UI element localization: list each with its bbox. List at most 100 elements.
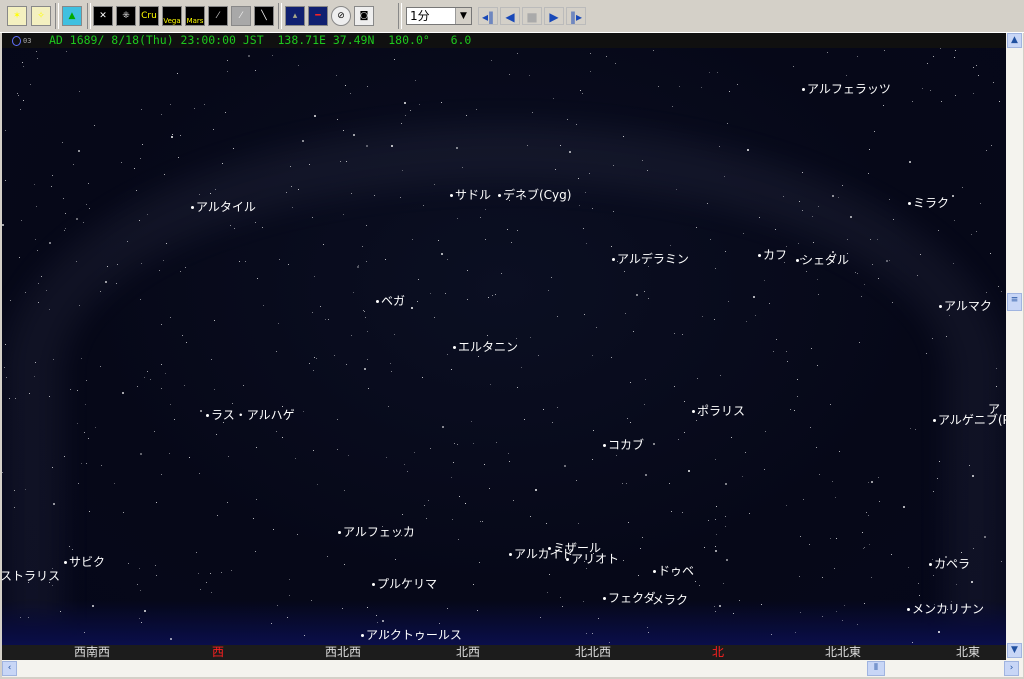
camera-icon[interactable]: ◙ <box>354 6 374 26</box>
background-star <box>645 473 648 476</box>
direction-label: 西北西 <box>324 645 362 659</box>
comet-button[interactable]: ⁄ <box>208 6 228 26</box>
star-label[interactable]: シェダル <box>796 253 849 267</box>
star-label[interactable]: ドゥベ <box>653 564 694 578</box>
scroll-down-button[interactable]: ▼ <box>1007 643 1022 658</box>
background-star <box>523 418 525 420</box>
background-star <box>647 298 649 300</box>
background-star <box>65 212 67 214</box>
meteor-button[interactable]: ⁄ <box>231 6 251 26</box>
background-star <box>770 633 772 635</box>
background-star <box>227 71 229 73</box>
sky-view[interactable]: アルフェラッツ アルタイル サドル デネブ(Cyg) ミラク アルデラミン カフ… <box>2 48 1006 645</box>
star-label[interactable]: コカブ <box>603 438 644 452</box>
horizontal-scrollbar[interactable]: ‹ ⦀ › <box>2 660 1023 677</box>
background-star <box>597 617 599 619</box>
equator-grid-button[interactable]: ━ <box>308 6 328 26</box>
constellation-lines-button[interactable]: ✕ <box>93 6 113 26</box>
background-star <box>343 129 345 131</box>
telescope-icon[interactable]: ⊘ <box>331 6 351 26</box>
planet-names-button[interactable]: Mars <box>185 6 205 26</box>
scroll-right-button[interactable]: › <box>1004 661 1019 676</box>
star-label[interactable]: ベガ <box>376 294 405 308</box>
horizontal-scroll-thumb[interactable]: ⦀ <box>867 661 885 676</box>
star-label[interactable]: アルマク <box>939 299 992 313</box>
star-label[interactable]: ア <box>988 402 1000 416</box>
star-label[interactable]: サドル <box>450 188 491 202</box>
vertical-scrollbar[interactable]: ▲ ≡ ▼ <box>1006 33 1023 660</box>
background-star <box>516 229 518 231</box>
star-label[interactable]: アルデラミン <box>612 252 689 266</box>
star-label[interactable]: エルタニン <box>453 340 518 354</box>
background-star <box>183 384 185 386</box>
star-label[interactable]: ストラリス <box>2 569 60 583</box>
background-star <box>77 149 80 152</box>
background-star <box>863 602 865 604</box>
scroll-left-button[interactable]: ‹ <box>2 661 17 676</box>
star-label[interactable]: ポラリス <box>692 404 745 418</box>
background-star <box>390 145 393 148</box>
vertical-scroll-thumb[interactable]: ≡ <box>1007 293 1022 311</box>
background-star <box>669 244 671 246</box>
background-star <box>166 242 168 244</box>
horizon-grid-button[interactable]: ▴ <box>285 6 305 26</box>
star-label[interactable]: プルケリマ <box>372 577 437 591</box>
reverse-button[interactable]: ◀ <box>500 7 520 25</box>
background-star <box>255 498 257 500</box>
star-label[interactable]: カフ <box>758 248 787 262</box>
star-label[interactable]: アルフェッカ <box>338 525 415 539</box>
star-label[interactable]: サビク <box>64 555 105 569</box>
background-star <box>582 92 583 94</box>
scroll-up-button[interactable]: ▲ <box>1007 33 1022 48</box>
background-star <box>48 241 51 244</box>
background-star <box>80 463 82 465</box>
background-star <box>891 301 893 303</box>
background-star <box>500 272 502 274</box>
background-star <box>229 224 231 226</box>
star-label[interactable]: メンカリナン <box>907 602 984 616</box>
background-star <box>854 272 856 274</box>
background-star <box>962 187 964 189</box>
star-fainter-button[interactable]: ✧ <box>31 6 51 26</box>
milky-way-button[interactable]: ╲ <box>254 6 274 26</box>
step-forward-button[interactable]: ‖▸ <box>566 7 586 25</box>
background-star <box>529 516 531 518</box>
background-star <box>312 370 314 372</box>
star-label[interactable]: ラス・アルハゲ <box>206 408 295 422</box>
background-star <box>414 451 416 453</box>
background-star <box>806 270 808 272</box>
star-label[interactable]: フェクダ <box>603 591 656 605</box>
stop-button[interactable]: ■ <box>522 7 542 25</box>
star-label[interactable]: デネブ(Cyg) <box>498 188 571 202</box>
star-names-button[interactable]: Vega <box>162 6 182 26</box>
background-star <box>508 460 510 462</box>
background-star <box>30 84 32 86</box>
star-label[interactable]: アルタイル <box>191 200 256 214</box>
background-star <box>16 92 18 94</box>
background-star <box>400 196 402 198</box>
star-label[interactable]: アリオト <box>566 552 619 566</box>
play-button[interactable]: ▶ <box>544 7 564 25</box>
star-label[interactable]: ミラク <box>908 196 949 210</box>
background-star <box>72 164 74 166</box>
background-star <box>252 518 254 520</box>
toolbar-separator <box>87 3 91 29</box>
landscape-button[interactable]: ▲ <box>62 6 82 26</box>
background-star <box>316 483 318 485</box>
star-label[interactable]: カペラ <box>929 557 970 571</box>
background-star <box>481 520 483 522</box>
step-back-button[interactable]: ◂‖ <box>478 7 498 25</box>
speed-select[interactable]: 1分 ▼ <box>406 7 472 25</box>
star-label[interactable]: アルフェラッツ <box>802 82 891 96</box>
constellation-names-button[interactable]: Cru <box>139 6 159 26</box>
background-star <box>446 607 448 609</box>
background-star <box>878 500 880 502</box>
background-star <box>199 588 201 590</box>
constellation-boundaries-button[interactable]: ⁜ <box>116 6 136 26</box>
background-star <box>437 239 439 241</box>
star-brighter-button[interactable]: ✶ <box>7 6 27 26</box>
star-label[interactable]: メラク <box>652 593 688 607</box>
background-star <box>818 473 820 475</box>
chevron-down-icon[interactable]: ▼ <box>455 8 471 24</box>
star-label[interactable]: アルクトゥールス <box>361 628 462 642</box>
